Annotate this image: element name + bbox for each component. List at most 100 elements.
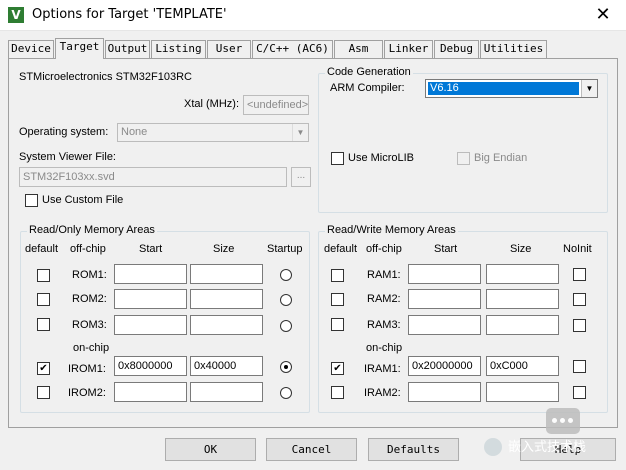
ram3-start-input[interactable]	[408, 315, 481, 335]
ram-header-default: default	[324, 243, 358, 255]
ram2-label: RAM2:	[367, 293, 401, 305]
ram1-size-input[interactable]	[486, 264, 559, 284]
rom2-default-checkbox[interactable]	[37, 293, 50, 306]
irom2-startup-radio[interactable]	[280, 387, 292, 399]
chevron-down-icon: ▼	[292, 124, 308, 141]
tab-listing[interactable]: Listing	[151, 40, 206, 58]
rom2-size-input[interactable]	[190, 289, 263, 309]
tab-debug[interactable]: Debug	[434, 40, 479, 58]
ram-header-noinit: NoInit	[563, 243, 592, 255]
close-button[interactable]: ✕	[580, 0, 626, 30]
ram2-default-checkbox[interactable]	[331, 293, 344, 306]
irom2-default-checkbox[interactable]	[37, 386, 50, 399]
custom-file-checkbox[interactable]	[25, 194, 38, 207]
ram2-noinit-checkbox[interactable]	[573, 293, 586, 306]
svd-browse-button[interactable]: ...	[291, 167, 311, 187]
rom3-startup-radio[interactable]	[280, 320, 292, 332]
defaults-button[interactable]: Defaults	[368, 438, 459, 461]
rom1-label: ROM1:	[72, 269, 107, 281]
irom1-size-input[interactable]: 0x40000	[190, 356, 263, 376]
title-bar: V Options for Target 'TEMPLATE' ✕	[0, 0, 626, 31]
ram3-label: RAM3:	[367, 319, 401, 331]
iram1-start-input[interactable]: 0x20000000	[408, 356, 481, 376]
chat-bubble-icon	[546, 408, 580, 434]
iram1-default-checkbox[interactable]: ✔	[331, 362, 344, 375]
ram-header-offchip: off-chip	[366, 243, 402, 255]
watermark-text: 嵌入式技术栈	[508, 439, 587, 454]
rom3-default-checkbox[interactable]	[37, 318, 50, 331]
rom3-label: ROM3:	[72, 319, 107, 331]
irom2-label: IROM2:	[68, 387, 106, 399]
tab-asm[interactable]: Asm	[334, 40, 383, 58]
rom2-startup-radio[interactable]	[280, 294, 292, 306]
rom-header-size: Size	[213, 243, 235, 255]
os-select[interactable]: None ▼	[117, 123, 309, 142]
rom-onchip-label: on-chip	[73, 342, 110, 354]
ram3-size-input[interactable]	[486, 315, 559, 335]
os-select-value: None	[121, 126, 148, 138]
iram1-size-input[interactable]: 0xC000	[486, 356, 559, 376]
rom2-start-input[interactable]	[114, 289, 187, 309]
rom1-start-input[interactable]	[114, 264, 187, 284]
rom-header-startup: Startup	[267, 243, 303, 255]
irom1-label: IROM1:	[68, 363, 106, 375]
ram1-default-checkbox[interactable]	[331, 269, 344, 282]
rom1-startup-radio[interactable]	[280, 269, 292, 281]
ram-header-start: Start	[434, 243, 458, 255]
xtal-input[interactable]: <undefined>	[243, 95, 309, 115]
tab-output[interactable]: Output	[105, 40, 150, 58]
custom-file-label: Use Custom File	[42, 194, 124, 206]
watermark-avatar-icon	[484, 438, 502, 456]
ram1-noinit-checkbox[interactable]	[573, 268, 586, 281]
rom2-label: ROM2:	[72, 293, 107, 305]
os-label: Operating system:	[19, 126, 109, 138]
tab-utilities[interactable]: Utilities	[480, 40, 547, 58]
tab-c-cpp[interactable]: C/C++ (AC6)	[252, 40, 333, 58]
irom2-start-input[interactable]	[114, 382, 187, 402]
big-endian-checkbox[interactable]	[457, 152, 470, 165]
big-endian-label: Big Endian	[474, 152, 528, 164]
compiler-label: ARM Compiler:	[330, 82, 405, 94]
ram3-default-checkbox[interactable]	[331, 318, 344, 331]
rom1-default-checkbox[interactable]	[37, 269, 50, 282]
keil-uvision-icon: V	[8, 7, 24, 23]
cancel-button[interactable]: Cancel	[266, 438, 357, 461]
ram3-noinit-checkbox[interactable]	[573, 319, 586, 332]
rom3-size-input[interactable]	[190, 315, 263, 335]
ram2-size-input[interactable]	[486, 289, 559, 309]
rom-group-title: Read/Only Memory Areas	[27, 224, 157, 236]
tab-device[interactable]: Device	[8, 40, 54, 58]
iram2-noinit-checkbox[interactable]	[573, 386, 586, 399]
iram1-label: IRAM1:	[364, 363, 401, 375]
rom3-start-input[interactable]	[114, 315, 187, 335]
ram1-start-input[interactable]	[408, 264, 481, 284]
ram2-start-input[interactable]	[408, 289, 481, 309]
irom1-start-input[interactable]: 0x8000000	[114, 356, 187, 376]
ram-group-title: Read/Write Memory Areas	[325, 224, 458, 236]
microlib-checkbox[interactable]	[331, 152, 344, 165]
ram-header-size: Size	[510, 243, 532, 255]
iram2-default-checkbox[interactable]	[331, 386, 344, 399]
irom2-size-input[interactable]	[190, 382, 263, 402]
tab-user[interactable]: User	[207, 40, 251, 58]
window-title: Options for Target 'TEMPLATE'	[32, 7, 227, 22]
irom1-startup-radio[interactable]	[280, 361, 292, 373]
tab-target[interactable]: Target	[55, 38, 104, 59]
tab-linker[interactable]: Linker	[384, 40, 433, 58]
chevron-down-icon: ▼	[581, 80, 597, 97]
rom-header-default: default	[25, 243, 59, 255]
iram2-start-input[interactable]	[408, 382, 481, 402]
code-generation-title: Code Generation	[325, 66, 413, 78]
irom1-default-checkbox[interactable]: ✔	[37, 362, 50, 375]
rom1-size-input[interactable]	[190, 264, 263, 284]
rom-header-offchip: off-chip	[70, 243, 106, 255]
svd-label: System Viewer File:	[19, 151, 116, 163]
ok-button[interactable]: OK	[165, 438, 256, 461]
iram1-noinit-checkbox[interactable]	[573, 360, 586, 373]
ram1-label: RAM1:	[367, 269, 401, 281]
xtal-label: Xtal (MHz):	[184, 98, 239, 110]
iram2-label: IRAM2:	[364, 387, 401, 399]
svd-input[interactable]: STM32F103xx.svd	[19, 167, 287, 187]
compiler-select[interactable]: V6.16 ▼	[425, 79, 598, 98]
iram2-size-input[interactable]	[486, 382, 559, 402]
